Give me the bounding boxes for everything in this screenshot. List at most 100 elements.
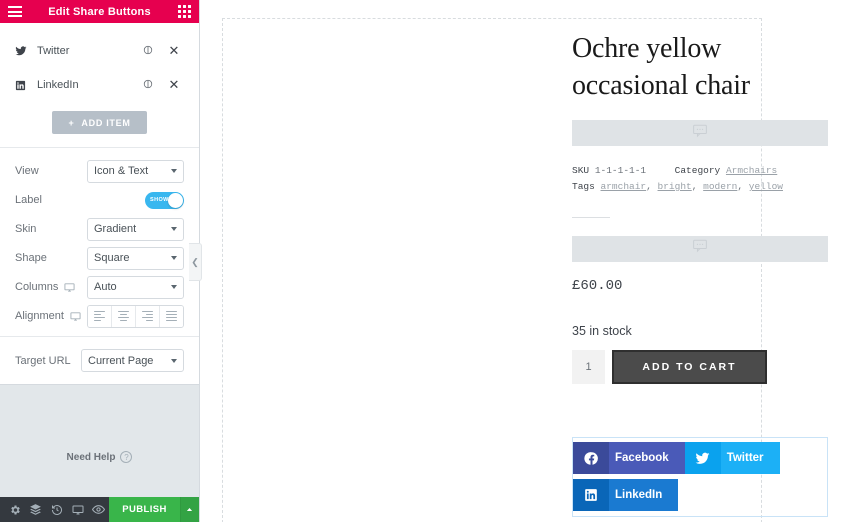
control-columns: Columns Auto xyxy=(15,273,184,301)
meta-row-sku-category: SKU 1-1-1-1-1 Category Armchairs xyxy=(572,163,828,179)
meta-row-tags: Tags armchair, bright, modern, yellow xyxy=(572,181,783,193)
control-target-url-label: Target URL xyxy=(15,354,71,367)
linkedin-icon xyxy=(15,80,31,91)
share-button-label: LinkedIn xyxy=(615,489,663,501)
tag-link[interactable]: armchair xyxy=(601,181,647,192)
view-select-wrap: Icon & Text xyxy=(87,159,184,183)
layers-navigator-icon[interactable] xyxy=(25,497,46,522)
twitter-icon xyxy=(685,442,721,474)
control-shape: Shape Square xyxy=(15,244,184,272)
editor-panel: Edit Share Buttons Twitter ✕ LinkedIn ✕ … xyxy=(0,0,200,522)
control-label-label: Label xyxy=(15,194,42,206)
elementor-editor: Edit Share Buttons Twitter ✕ LinkedIn ✕ … xyxy=(0,0,850,522)
label-toggle-wrap: SHOW xyxy=(87,191,184,209)
publish-options-chevron-up-icon[interactable] xyxy=(179,497,200,522)
repeater-item-label: LinkedIn xyxy=(37,79,79,91)
toggle-knob xyxy=(168,192,183,208)
share-button-label: Twitter xyxy=(726,452,764,464)
tag-link[interactable]: bright xyxy=(658,181,692,192)
target-url-select[interactable]: Current Page xyxy=(81,349,184,372)
target-url-section: Target URL Current Page xyxy=(0,336,199,384)
share-button-label: Facebook xyxy=(615,452,669,464)
tooltip-placeholder-icon xyxy=(692,239,708,258)
control-target-url: Target URL Current Page xyxy=(15,349,184,372)
control-alignment-label: Alignment xyxy=(15,310,87,322)
product-price: £60.00 xyxy=(572,277,623,294)
panel-collapse-chevron-left-icon[interactable]: ❮ xyxy=(189,243,202,281)
responsive-desktop-icon[interactable] xyxy=(70,311,81,322)
add-item-label: ADD ITEM xyxy=(81,117,131,128)
grid-apps-icon[interactable] xyxy=(178,5,191,18)
align-justify-button[interactable] xyxy=(160,305,183,327)
share-button-linkedin[interactable]: LinkedIn xyxy=(573,479,679,511)
product-summary: Ochre yellow occasional chair SKU 1-1-1-… xyxy=(572,30,828,384)
add-to-cart-button[interactable]: ADD TO CART xyxy=(612,349,767,384)
settings-gear-icon[interactable] xyxy=(4,497,25,522)
publish-button[interactable]: PUBLISH xyxy=(109,497,180,522)
need-help-link[interactable]: Need Help ? xyxy=(67,417,133,497)
tag-link[interactable]: modern xyxy=(703,181,737,192)
control-view-label: View xyxy=(15,165,39,177)
repeater-item-twitter[interactable]: Twitter ✕ xyxy=(0,34,199,68)
category-link[interactable]: Armchairs xyxy=(726,165,777,176)
repeater-items: Twitter ✕ LinkedIn ✕ xyxy=(0,23,199,102)
panel-header: Edit Share Buttons xyxy=(0,0,199,23)
preview-canvas: Ochre yellow occasional chair SKU 1-1-1-… xyxy=(200,0,850,522)
share-buttons-widget: Facebook Twitter LinkedIn xyxy=(572,437,828,517)
toggle-state-text: SHOW xyxy=(150,197,169,203)
responsive-desktop-icon[interactable] xyxy=(64,282,75,293)
view-select[interactable]: Icon & Text xyxy=(87,159,184,183)
control-view: View Icon & Text xyxy=(15,157,184,185)
control-skin: Skin Gradient xyxy=(15,215,184,243)
repeater-item-label: Twitter xyxy=(37,45,70,57)
share-button-twitter[interactable]: Twitter xyxy=(684,442,780,474)
control-columns-label: Columns xyxy=(15,281,87,293)
history-revisions-icon[interactable] xyxy=(46,497,67,522)
tooltip-placeholder-icon xyxy=(692,124,708,143)
align-left-button[interactable] xyxy=(88,305,112,327)
hamburger-menu-icon[interactable] xyxy=(8,6,22,17)
tags-label: Tags xyxy=(572,181,595,193)
columns-select[interactable]: Auto xyxy=(87,275,184,299)
label-toggle-switch[interactable]: SHOW xyxy=(145,191,184,209)
plus-icon: + xyxy=(68,117,75,128)
need-help-area: Need Help ? xyxy=(0,384,199,497)
skin-select-wrap: Gradient xyxy=(87,217,184,241)
align-right-button[interactable] xyxy=(136,305,160,327)
columns-select-wrap: Auto xyxy=(87,275,184,299)
product-meta: SKU 1-1-1-1-1 Category Armchairs Tags ar… xyxy=(572,163,828,194)
need-help-label: Need Help xyxy=(66,451,116,463)
product-title: Ochre yellow occasional chair xyxy=(572,33,750,102)
content-controls-section: View Icon & Text Label SHOW Skin Gradien… xyxy=(0,147,199,336)
control-skin-label: Skin xyxy=(15,223,37,235)
alignment-button-group xyxy=(87,304,184,328)
close-icon[interactable]: ✕ xyxy=(161,43,187,59)
sku-label: SKU xyxy=(572,165,590,177)
sku-value: 1-1-1-1-1 xyxy=(594,165,647,177)
shape-select[interactable]: Square xyxy=(87,246,184,270)
preview-eye-icon[interactable] xyxy=(88,497,109,522)
category-label: Category xyxy=(674,165,721,177)
rating-placeholder xyxy=(572,120,828,147)
target-url-select-wrap: Current Page xyxy=(81,349,184,372)
add-item-button[interactable]: + ADD ITEM xyxy=(52,111,147,134)
description-placeholder xyxy=(572,235,828,262)
skin-select[interactable]: Gradient xyxy=(87,217,184,241)
panel-footer-bar: PUBLISH xyxy=(0,497,200,522)
stock-status: 35 in stock xyxy=(572,323,632,338)
close-icon[interactable]: ✕ xyxy=(161,77,187,93)
duplicate-icon[interactable] xyxy=(135,45,161,58)
share-button-facebook[interactable]: Facebook xyxy=(573,442,685,474)
align-center-button[interactable] xyxy=(112,305,136,327)
quantity-input[interactable] xyxy=(572,349,605,384)
repeater-item-linkedin[interactable]: LinkedIn ✕ xyxy=(0,68,199,102)
duplicate-icon[interactable] xyxy=(135,79,161,92)
add-item-container: + ADD ITEM xyxy=(0,111,199,147)
responsive-mode-icon[interactable] xyxy=(67,497,88,522)
control-shape-label: Shape xyxy=(15,252,47,264)
tag-link[interactable]: yellow xyxy=(749,181,783,192)
control-alignment-text: Alignment xyxy=(15,310,64,322)
linkedin-icon xyxy=(573,479,609,511)
panel-title: Edit Share Buttons xyxy=(48,5,151,18)
facebook-icon xyxy=(573,442,609,474)
